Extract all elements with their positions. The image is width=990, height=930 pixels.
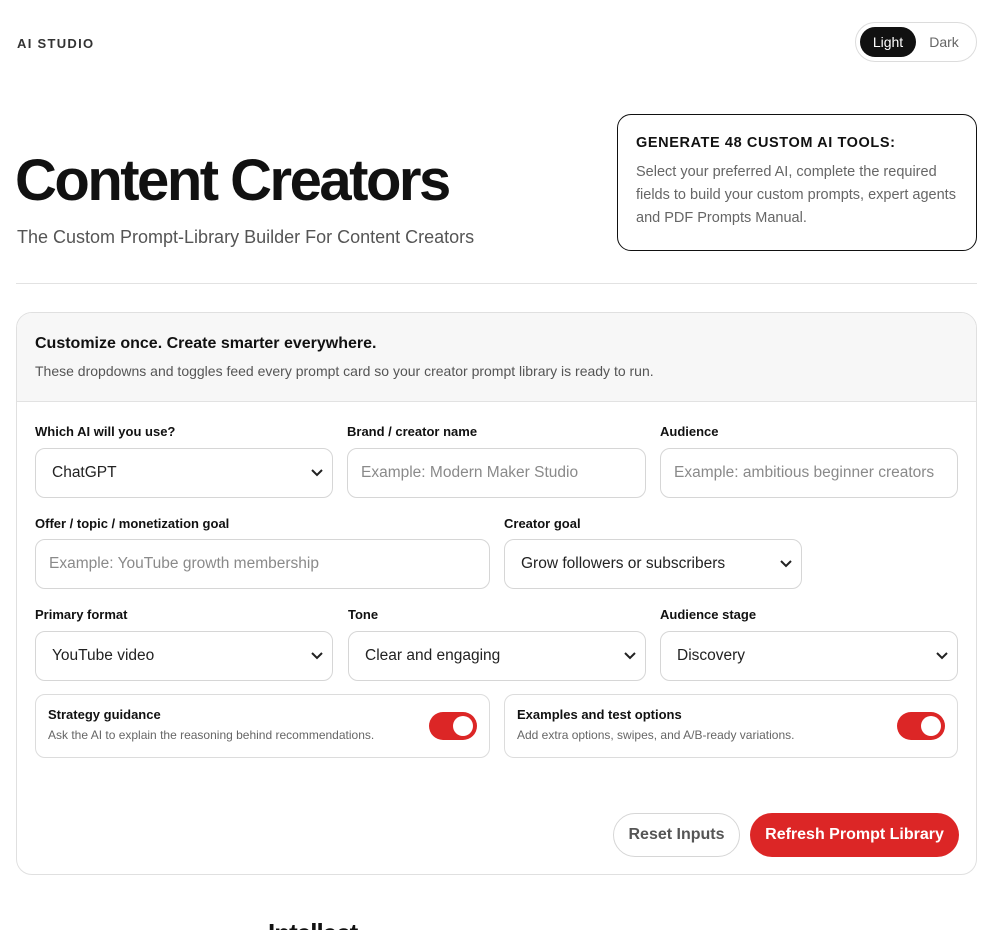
examples-options-card: Examples and test options Add extra opti… bbox=[504, 694, 958, 758]
audience-field-label: Audience bbox=[660, 424, 719, 439]
audience-input[interactable]: Example: ambitious beginner creators bbox=[660, 448, 958, 498]
strategy-guidance-toggle[interactable] bbox=[429, 712, 477, 740]
page-subtitle: The Custom Prompt-Library Builder For Co… bbox=[17, 227, 475, 247]
next-section-heading-text: Intellect bbox=[268, 922, 388, 930]
brand-field-label: Brand / creator name bbox=[347, 424, 478, 439]
panel-description: These dropdowns and toggles feed every p… bbox=[35, 363, 654, 379]
reset-inputs-button[interactable]: Reset Inputs bbox=[613, 813, 740, 857]
next-section-heading: Intellect bbox=[268, 922, 388, 930]
strategy-guidance-description: Ask the AI to explain the reasoning behi… bbox=[48, 728, 375, 742]
tone-select[interactable]: Clear and engaging bbox=[348, 631, 646, 681]
chevron-down-icon bbox=[935, 649, 949, 663]
toggle-knob bbox=[921, 716, 941, 736]
stage-select[interactable]: Discovery bbox=[660, 631, 958, 681]
chevron-down-icon bbox=[310, 649, 324, 663]
panel-title: Customize once. Create smarter everywher… bbox=[35, 335, 377, 352]
chevron-down-icon bbox=[779, 557, 793, 571]
ai-select-value: ChatGPT bbox=[52, 464, 117, 481]
goal-select-label: Creator goal bbox=[504, 516, 581, 531]
goal-select-value: Grow followers or subscribers bbox=[521, 555, 726, 572]
info-card-text: Select your preferred AI, complete the r… bbox=[636, 164, 956, 226]
toggle-knob bbox=[453, 716, 473, 736]
examples-options-description: Add extra options, swipes, and A/B-ready… bbox=[517, 728, 795, 742]
brand-logo-text: AI STUDIO bbox=[17, 36, 95, 51]
refresh-prompt-library-button[interactable]: Refresh Prompt Library bbox=[750, 813, 959, 857]
tone-select-label: Tone bbox=[348, 607, 379, 622]
offer-input[interactable]: Example: YouTube growth membership bbox=[35, 539, 490, 589]
theme-toggle: Light Dark bbox=[855, 22, 977, 62]
info-card-title: GENERATE 48 CUSTOM AI TOOLS: bbox=[636, 135, 896, 151]
stage-select-value: Discovery bbox=[677, 647, 746, 664]
goal-select[interactable]: Grow followers or subscribers bbox=[504, 539, 802, 589]
offer-field-label: Offer / topic / monetization goal bbox=[35, 516, 230, 531]
ai-select[interactable]: ChatGPT bbox=[35, 448, 333, 498]
section-divider bbox=[16, 283, 977, 284]
brand-input-placeholder: Example: Modern Maker Studio bbox=[361, 464, 579, 481]
strategy-guidance-title: Strategy guidance bbox=[48, 707, 161, 722]
theme-light-button[interactable]: Light bbox=[860, 27, 916, 57]
chevron-down-icon bbox=[310, 466, 324, 480]
ai-select-label: Which AI will you use? bbox=[35, 424, 176, 439]
brand-input[interactable]: Example: Modern Maker Studio bbox=[347, 448, 646, 498]
format-select-label: Primary format bbox=[35, 607, 128, 622]
format-select[interactable]: YouTube video bbox=[35, 631, 333, 681]
stage-select-label: Audience stage bbox=[660, 607, 757, 622]
info-card: GENERATE 48 CUSTOM AI TOOLS: Select your… bbox=[617, 114, 977, 251]
page-title: Content Creators bbox=[15, 148, 451, 213]
chevron-down-icon bbox=[623, 649, 637, 663]
strategy-guidance-card: Strategy guidance Ask the AI to explain … bbox=[35, 694, 490, 758]
examples-options-title: Examples and test options bbox=[517, 707, 682, 722]
offer-input-placeholder: Example: YouTube growth membership bbox=[49, 555, 319, 572]
customize-panel: Customize once. Create smarter everywher… bbox=[16, 312, 977, 875]
audience-input-placeholder: Example: ambitious beginner creators bbox=[674, 464, 935, 481]
theme-dark-button[interactable]: Dark bbox=[916, 27, 972, 57]
format-select-value: YouTube video bbox=[52, 647, 155, 664]
panel-header: Customize once. Create smarter everywher… bbox=[17, 313, 976, 402]
tone-select-value: Clear and engaging bbox=[365, 647, 501, 664]
examples-options-toggle[interactable] bbox=[897, 712, 945, 740]
